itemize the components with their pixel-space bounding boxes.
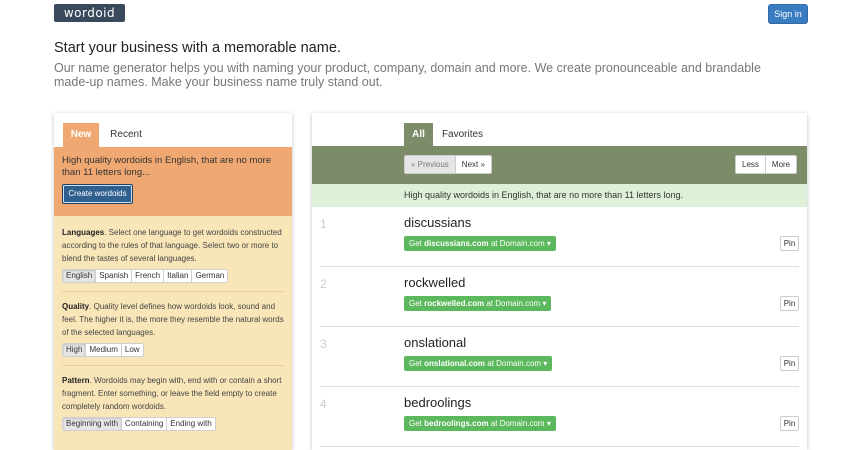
- caret-down-icon: ▾: [546, 419, 551, 428]
- pattern-beginning-with[interactable]: Beginning with: [62, 417, 123, 431]
- wordoid-name: discussians: [404, 215, 472, 230]
- pin-button[interactable]: Pin: [780, 296, 799, 311]
- quality-heading: Quality: [62, 302, 90, 311]
- domain-name: rockwelled.com: [424, 299, 485, 308]
- wordoid-list: 1 discussians Get discussians.com at Dom…: [312, 207, 807, 447]
- domain-name: discussians.com: [424, 239, 489, 248]
- previous-button[interactable]: « Previous: [404, 155, 456, 174]
- pagination: « Previous Next »: [404, 155, 492, 174]
- tab-recent[interactable]: Recent: [106, 123, 146, 147]
- page-title: Start your business with a memorable nam…: [54, 40, 341, 56]
- language-italian[interactable]: Italian: [163, 269, 193, 283]
- pattern-heading: Pattern: [62, 376, 90, 385]
- domain-suffix: at Domain.com: [484, 299, 541, 308]
- language-german[interactable]: German: [191, 269, 229, 283]
- item-number: 2: [320, 277, 327, 291]
- page-description: Our name generator helps you with naming…: [54, 61, 761, 89]
- domain-name: bedroolings.com: [424, 419, 489, 428]
- domain-suffix: at Domain.com: [488, 419, 545, 428]
- results-tabs: All Favorites: [312, 113, 807, 147]
- quality-options: High Medium Low: [62, 343, 284, 357]
- quality-high[interactable]: High: [62, 343, 87, 357]
- get-domain-button[interactable]: Get rockwelled.com at Domain.com ▾: [404, 296, 552, 311]
- pin-button[interactable]: Pin: [780, 356, 799, 371]
- wordoid-name: onslational: [404, 335, 467, 350]
- wordoid-name: bedroolings: [404, 395, 472, 410]
- domain-name: onslational.com: [424, 359, 486, 368]
- get-domain-button[interactable]: Get bedroolings.com at Domain.com ▾: [404, 416, 556, 431]
- languages-description: Languages. Select one language to get wo…: [62, 226, 284, 265]
- settings-form: Languages. Select one language to get wo…: [54, 216, 292, 450]
- caret-down-icon: ▾: [543, 359, 548, 368]
- quality-section: Quality. Quality level defines how wordo…: [62, 300, 284, 366]
- quality-low[interactable]: Low: [120, 343, 144, 357]
- domain-prefix: Get: [409, 299, 425, 308]
- list-item: 4 bedroolings Get bedroolings.com at Dom…: [320, 387, 799, 447]
- languages-heading: Languages: [62, 228, 105, 237]
- language-english[interactable]: English: [62, 269, 97, 283]
- sign-in-button[interactable]: Sign in: [768, 4, 808, 24]
- pattern-description: Pattern. Wordoids may begin with, end wi…: [62, 374, 284, 413]
- caret-down-icon: ▾: [546, 239, 551, 248]
- list-item: 2 rockwelled Get rockwelled.com at Domai…: [320, 267, 799, 327]
- pattern-text: . Wordoids may begin with, end with or c…: [62, 376, 282, 411]
- more-button[interactable]: More: [765, 155, 798, 174]
- tab-favorites[interactable]: Favorites: [440, 123, 485, 147]
- quality-medium[interactable]: Medium: [85, 343, 122, 357]
- caret-down-icon: ▾: [542, 299, 547, 308]
- detail-toggle: Less More: [735, 155, 798, 174]
- pattern-containing[interactable]: Containing: [121, 417, 168, 431]
- quality-description: Quality. Quality level defines how wordo…: [62, 300, 284, 339]
- domain-prefix: Get: [409, 419, 425, 428]
- next-button[interactable]: Next »: [455, 155, 492, 174]
- list-item: 3 onslational Get onslational.com at Dom…: [320, 327, 799, 387]
- language-french[interactable]: French: [131, 269, 165, 283]
- list-item: 1 discussians Get discussians.com at Dom…: [320, 207, 799, 267]
- languages-options: English Spanish French Italian German: [62, 269, 284, 283]
- results-toolbar: « Previous Next » Less More: [312, 146, 807, 184]
- wordoid-name: rockwelled: [404, 275, 466, 290]
- domain-prefix: Get: [409, 239, 425, 248]
- get-domain-button[interactable]: Get onslational.com at Domain.com ▾: [404, 356, 553, 371]
- pattern-options: Beginning with Containing Ending with: [62, 417, 284, 431]
- domain-prefix: Get: [409, 359, 425, 368]
- generator-panel: New Recent High quality wordoids in Engl…: [54, 113, 292, 450]
- language-spanish[interactable]: Spanish: [95, 269, 133, 283]
- item-number: 4: [320, 397, 327, 411]
- generator-tabs: New Recent: [54, 113, 292, 147]
- pin-button[interactable]: Pin: [780, 416, 799, 431]
- pattern-section: Pattern. Wordoids may begin with, end wi…: [62, 374, 284, 439]
- domain-suffix: at Domain.com: [488, 239, 545, 248]
- results-panel: All Favorites « Previous Next » Less Mor…: [312, 113, 807, 450]
- get-domain-button[interactable]: Get discussians.com at Domain.com ▾: [404, 236, 556, 251]
- results-info: High quality wordoids in English, that a…: [312, 184, 807, 207]
- quality-text: . Quality level defines how wordoids loo…: [62, 302, 284, 337]
- pattern-ending-with[interactable]: Ending with: [166, 417, 216, 431]
- settings-summary: High quality wordoids in English, that a…: [54, 147, 292, 216]
- item-number: 1: [320, 217, 327, 231]
- tab-new[interactable]: New: [63, 123, 99, 147]
- domain-suffix: at Domain.com: [485, 359, 542, 368]
- languages-section: Languages. Select one language to get wo…: [62, 226, 284, 292]
- less-button[interactable]: Less: [735, 155, 766, 174]
- pin-button[interactable]: Pin: [780, 236, 799, 251]
- tab-all[interactable]: All: [404, 123, 433, 147]
- wordoid-logo[interactable]: wordoid: [54, 4, 125, 22]
- create-wordoids-button[interactable]: Create wordoids: [62, 184, 133, 204]
- settings-summary-text: High quality wordoids in English, that a…: [62, 155, 272, 178]
- item-number: 3: [320, 337, 327, 351]
